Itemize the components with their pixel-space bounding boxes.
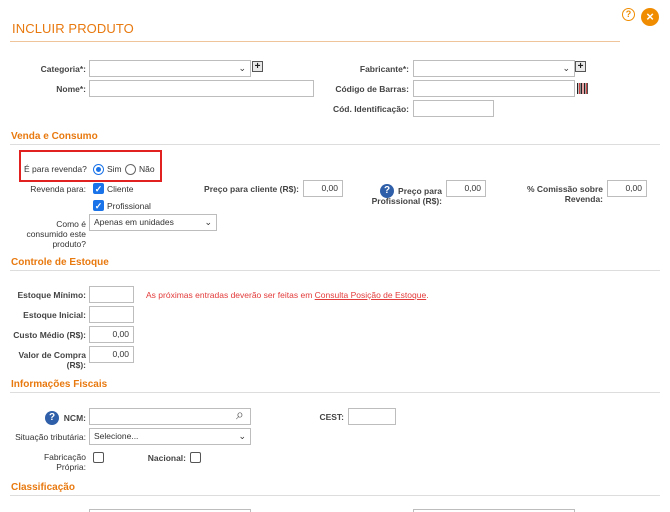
search-icon[interactable]: ⌕ <box>236 406 244 423</box>
title-divider <box>10 41 620 42</box>
estoque-inicial-label: Estoque Inicial: <box>23 310 86 320</box>
cod-identificacao-label: Cód. Identificação: <box>332 104 409 114</box>
profissional-checkbox[interactable]: ✓ <box>93 200 104 211</box>
profissional-label: Profissional <box>107 201 151 211</box>
cliente-label: Cliente <box>107 184 134 194</box>
chevron-down-icon: ⌄ <box>238 63 246 73</box>
page-title: INCLUIR PRODUTO <box>12 21 134 36</box>
nacional-checkbox[interactable] <box>190 452 201 463</box>
revenda-nao-label[interactable]: Não <box>139 164 155 174</box>
section-divider <box>10 495 660 496</box>
section-divider <box>10 270 660 271</box>
preco-cliente-input[interactable]: 0,00 <box>303 180 343 197</box>
ncm-help-icon[interactable]: ? <box>45 411 59 425</box>
close-icon[interactable]: × <box>641 8 659 26</box>
situacao-tributaria-select[interactable]: Selecione... ⌄ <box>89 428 251 445</box>
estoque-notice-end: . <box>426 290 429 300</box>
section-informacoes-fiscais: Informações Fiscais <box>11 379 108 390</box>
preco-profissional-input[interactable]: 0,00 <box>446 180 486 197</box>
section-controle-estoque: Controle de Estoque <box>11 257 109 268</box>
categoria-select[interactable]: ⌄ <box>89 60 251 77</box>
cest-input[interactable] <box>348 408 396 425</box>
ncm-input[interactable] <box>89 408 251 425</box>
custo-medio-input[interactable]: 0,00 <box>89 326 134 343</box>
add-fabricante-button[interactable]: + <box>575 61 586 72</box>
revenda-sim-label[interactable]: Sim <box>107 164 122 174</box>
nacional-label: Nacional: <box>147 453 186 463</box>
consumido-label: Como é consumido este produto? <box>26 219 86 249</box>
chevron-down-icon: ⌄ <box>562 63 570 73</box>
consumido-select[interactable]: Apenas em unidades ⌄ <box>89 214 217 231</box>
preco-cliente-label: Preço para cliente (R$): <box>204 184 299 194</box>
nome-input[interactable] <box>89 80 314 97</box>
add-categoria-button[interactable]: + <box>252 61 263 72</box>
comissao-input[interactable]: 0,00 <box>607 180 647 197</box>
categoria-label: Categoria*: <box>40 64 86 74</box>
chevron-down-icon: ⌄ <box>238 431 246 441</box>
comissao-label: % Comissão sobre Revenda: <box>526 184 603 204</box>
fabricacao-propria-checkbox[interactable] <box>93 452 104 463</box>
cest-label: CEST: <box>319 412 344 422</box>
barcode-icon[interactable] <box>577 83 588 94</box>
situacao-value: Selecione... <box>94 431 139 441</box>
chevron-down-icon: ⌄ <box>204 217 212 227</box>
revenda-nao-radio[interactable] <box>125 164 136 175</box>
valor-compra-label: Valor de Compra (R$): <box>18 350 86 370</box>
nome-label: Nome*: <box>56 84 86 94</box>
section-divider <box>10 392 660 393</box>
fabricante-select[interactable]: ⌄ <box>413 60 575 77</box>
fabricante-label: Fabricante*: <box>359 64 409 74</box>
custo-medio-label: Custo Médio (R$): <box>13 330 86 340</box>
fabricacao-propria-label: Fabricação Própria: <box>43 452 86 472</box>
consumido-value: Apenas em unidades <box>94 217 174 227</box>
estoque-inicial-input[interactable] <box>89 306 134 323</box>
estoque-minimo-label: Estoque Mínimo: <box>17 290 86 300</box>
estoque-notice-text: As próximas entradas deverão ser feitas … <box>146 290 315 300</box>
section-venda-consumo: Venda e Consumo <box>11 131 98 142</box>
preco-profissional-label: Preço para Profissional (R$): <box>371 186 442 206</box>
section-classificacao: Classificação <box>11 482 75 493</box>
revenda-question-label: É para revenda? <box>24 164 87 174</box>
valor-compra-input[interactable]: 0,00 <box>89 346 134 363</box>
codigo-barras-label: Código de Barras: <box>335 84 409 94</box>
revenda-sim-radio[interactable] <box>93 164 104 175</box>
consulta-posicao-estoque-link[interactable]: Consulta Posição de Estoque <box>315 290 427 300</box>
estoque-minimo-input[interactable] <box>89 286 134 303</box>
ncm-label: NCM: <box>63 413 86 423</box>
cod-identificacao-input[interactable] <box>413 100 494 117</box>
section-divider <box>10 144 660 145</box>
estoque-notice: As próximas entradas deverão ser feitas … <box>146 290 429 300</box>
codigo-barras-input[interactable] <box>413 80 575 97</box>
cliente-checkbox[interactable]: ✓ <box>93 183 104 194</box>
situacao-tributaria-label: Situação tributária: <box>15 432 86 442</box>
help-icon[interactable]: ? <box>622 8 635 21</box>
revenda-para-label: Revenda para: <box>30 184 86 194</box>
